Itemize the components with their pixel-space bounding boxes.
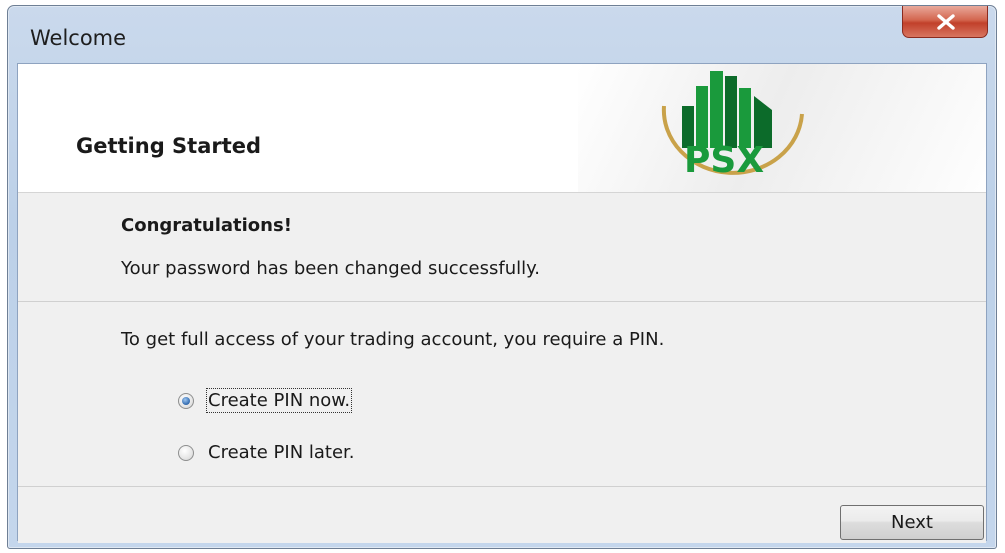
page-title: Getting Started [76, 134, 262, 158]
message-heading: Congratulations! [121, 215, 292, 236]
welcome-dialog: Welcome Getting Started PSX Congratulati [7, 5, 997, 549]
create-pin-now-option[interactable]: Create PIN now. [178, 388, 353, 413]
header-banner: Getting Started PSX [18, 64, 986, 193]
success-message: Congratulations! Your password has been … [18, 193, 986, 302]
radio-label-create-pin-later: Create PIN later. [208, 442, 355, 463]
next-button[interactable]: Next [840, 505, 984, 540]
create-pin-later-option[interactable]: Create PIN later. [178, 442, 355, 463]
radio-label-create-pin-now: Create PIN now. [205, 388, 353, 413]
radio-create-pin-later[interactable] [178, 444, 194, 461]
radio-create-pin-now[interactable] [178, 392, 194, 409]
message-body: Your password has been changed successfu… [121, 258, 540, 279]
dialog-content: Getting Started PSX Congratulations! You… [17, 63, 987, 543]
close-icon [937, 14, 955, 30]
close-button[interactable] [902, 6, 988, 38]
pin-instruction: To get full access of your trading accou… [121, 329, 665, 350]
title-bar[interactable]: Welcome [8, 6, 996, 62]
window-title: Welcome [30, 26, 127, 50]
logo-text: PSX [684, 140, 764, 181]
psx-logo: PSX [661, 71, 804, 181]
dialog-footer: Next [18, 486, 986, 543]
